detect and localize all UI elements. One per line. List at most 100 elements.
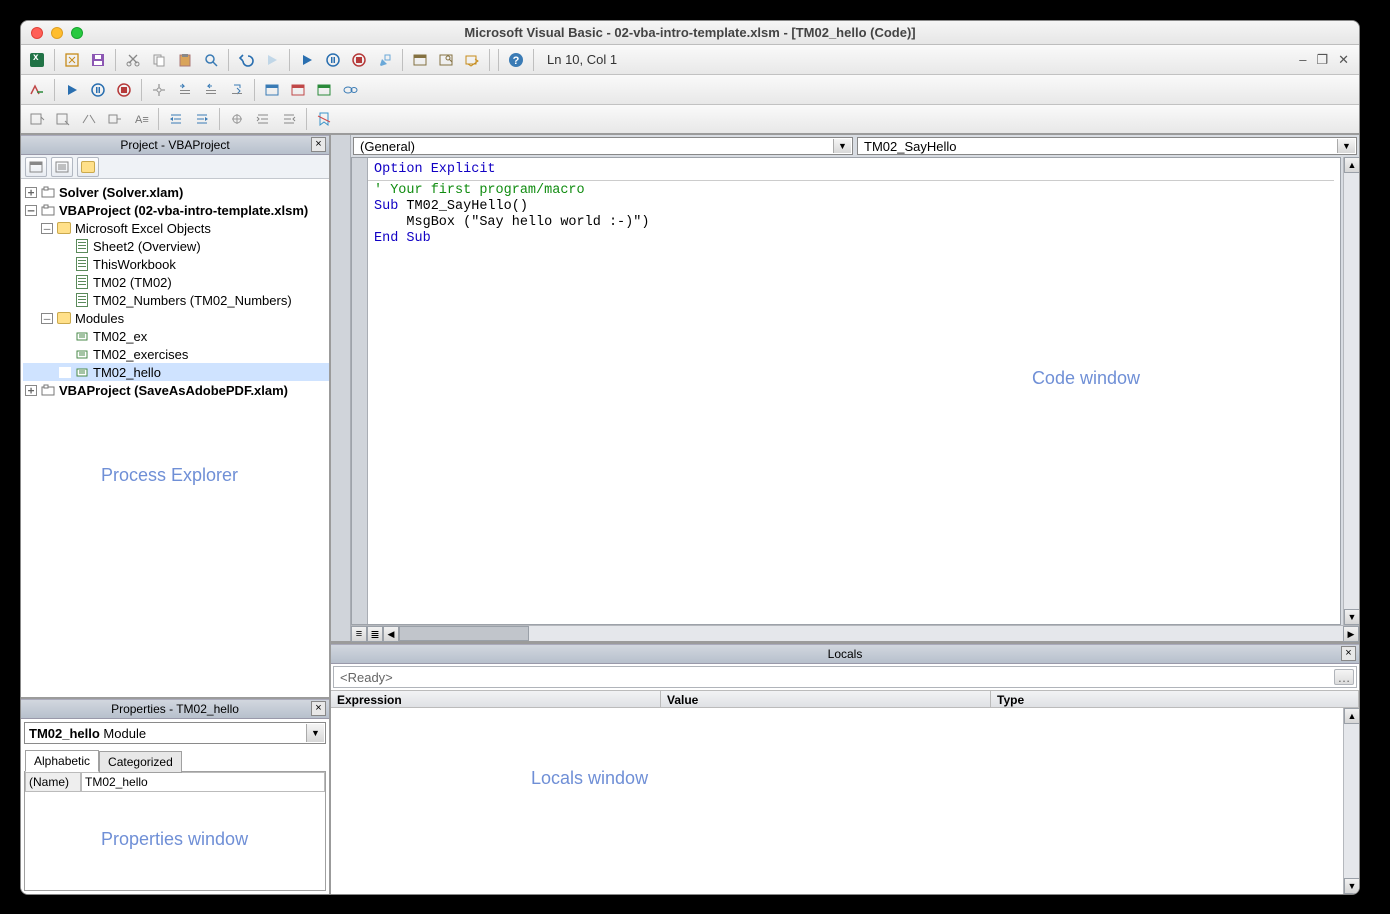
tab-categorized[interactable]: Categorized (99, 751, 182, 773)
comment-block-button[interactable] (251, 107, 275, 131)
list-constants-button[interactable] (51, 107, 75, 131)
step-over-button[interactable] (199, 78, 223, 102)
tree-node-tm02-numbers[interactable]: TM02_Numbers (TM02_Numbers) (23, 291, 329, 309)
watch-window-button[interactable] (312, 78, 336, 102)
locals-panel-close-button[interactable]: × (1341, 646, 1356, 661)
property-name-value[interactable]: TM02_hello (81, 772, 325, 792)
immediate-window-button[interactable] (286, 78, 310, 102)
scroll-up-button[interactable]: ▲ (1344, 708, 1360, 724)
scroll-down-button[interactable]: ▼ (1344, 878, 1360, 894)
view-code-button[interactable] (25, 157, 47, 177)
toggle-breakpoint2-button[interactable] (225, 107, 249, 131)
cut-button[interactable] (121, 48, 145, 72)
chevron-down-icon[interactable]: ▼ (306, 724, 324, 742)
project-panel-title-text: Project - VBAProject (120, 138, 229, 152)
procedure-view-button[interactable]: ≣ (367, 626, 383, 642)
locals-window-button[interactable] (260, 78, 284, 102)
complete-word-button[interactable]: A≡ (129, 107, 153, 131)
object-dropdown[interactable]: (General) ▼ (353, 137, 853, 155)
run-sub-button[interactable] (60, 78, 84, 102)
tree-node-module-exercises[interactable]: TM02_exercises (23, 345, 329, 363)
toggle-bookmark-button[interactable] (312, 107, 336, 131)
quick-watch-button[interactable] (338, 78, 362, 102)
compile-button[interactable] (25, 78, 49, 102)
scroll-left-button[interactable]: ◀ (383, 626, 399, 642)
parameter-info-button[interactable] (103, 107, 127, 131)
locals-window: Locals × <Ready> … Expression Value Type… (331, 644, 1359, 894)
tree-node-module-hello[interactable]: TM02_hello (23, 363, 329, 381)
code-horizontal-scrollbar[interactable]: ≡ ≣ ◀ ▶ (351, 625, 1359, 641)
help-button[interactable]: ? (504, 48, 528, 72)
margin-indicator-bar[interactable] (352, 158, 368, 624)
design-mode-button[interactable] (373, 48, 397, 72)
properties-window-button[interactable] (434, 48, 458, 72)
locals-col-value[interactable]: Value (661, 691, 991, 707)
properties-grid[interactable]: (Name) TM02_hello (24, 771, 326, 891)
toggle-breakpoint-button[interactable] (147, 78, 171, 102)
quick-info-button[interactable] (77, 107, 101, 131)
break-button[interactable] (321, 48, 345, 72)
outdent-button[interactable] (190, 107, 214, 131)
code-window-gutter (331, 135, 351, 641)
tree-node-vbaproject-pdf[interactable]: + VBAProject (SaveAsAdobePDF.xlam) (23, 381, 329, 399)
chevron-down-icon[interactable]: ▼ (833, 139, 851, 153)
uncomment-block-button[interactable] (277, 107, 301, 131)
copy-button[interactable] (147, 48, 171, 72)
tree-node-modules[interactable]: – Modules (23, 309, 329, 327)
stop-button[interactable] (112, 78, 136, 102)
tree-node-sheet2[interactable]: Sheet2 (Overview) (23, 237, 329, 255)
project-panel-close-button[interactable]: × (311, 137, 326, 152)
pause-button[interactable] (86, 78, 110, 102)
toggle-folders-button[interactable] (77, 157, 99, 177)
code-editor[interactable]: Option Explicit ' Your first program/mac… (351, 157, 1341, 625)
indent-button[interactable] (164, 107, 188, 131)
mdi-minimize-button[interactable]: – (1299, 52, 1306, 68)
run-button[interactable] (295, 48, 319, 72)
redo-button[interactable] (260, 48, 284, 72)
tree-node-excel-objects[interactable]: – Microsoft Excel Objects (23, 219, 329, 237)
scroll-right-button[interactable]: ▶ (1343, 626, 1359, 642)
mdi-close-button[interactable]: ✕ (1338, 52, 1349, 68)
scroll-up-button[interactable]: ▲ (1344, 157, 1360, 173)
tree-node-module-ex[interactable]: TM02_ex (23, 327, 329, 345)
project-tree[interactable]: + Solver (Solver.xlam) – VBAProject (02-… (21, 179, 329, 697)
view-object-button[interactable] (51, 157, 73, 177)
save-button[interactable] (86, 48, 110, 72)
locals-col-type[interactable]: Type (991, 691, 1359, 707)
svg-text:?: ? (513, 55, 520, 67)
code-vertical-scrollbar[interactable]: ▲ ▼ (1343, 157, 1359, 625)
chevron-down-icon[interactable]: ▼ (1337, 139, 1355, 153)
tab-alphabetic[interactable]: Alphabetic (25, 750, 99, 772)
tree-node-thisworkbook[interactable]: ThisWorkbook (23, 255, 329, 273)
mdi-restore-button[interactable]: ❐ (1316, 52, 1328, 68)
find-button[interactable] (199, 48, 223, 72)
properties-object-combo[interactable]: TM02_hello Module ▼ (24, 722, 326, 744)
full-module-view-button[interactable]: ≡ (351, 626, 367, 642)
locals-call-stack-button[interactable]: … (1334, 669, 1354, 685)
tree-node-tm02[interactable]: TM02 (TM02) (23, 273, 329, 291)
minimize-window-button[interactable] (51, 27, 63, 39)
locals-body[interactable]: Locals window ▲ ▼ (331, 708, 1359, 894)
zoom-window-button[interactable] (71, 27, 83, 39)
locals-col-expression[interactable]: Expression (331, 691, 661, 707)
excel-icon[interactable] (25, 48, 49, 72)
project-explorer-button[interactable] (408, 48, 432, 72)
object-browser-button[interactable] (460, 48, 484, 72)
step-into-button[interactable] (173, 78, 197, 102)
undo-button[interactable] (234, 48, 258, 72)
properties-panel-close-button[interactable]: × (311, 701, 326, 716)
scroll-down-button[interactable]: ▼ (1344, 609, 1360, 625)
reset-button[interactable] (347, 48, 371, 72)
tree-node-vbaproject[interactable]: – VBAProject (02-vba-intro-template.xlsm… (23, 201, 329, 219)
code-text[interactable]: Option Explicit ' Your first program/mac… (368, 158, 1340, 624)
locals-vertical-scrollbar[interactable]: ▲ ▼ (1343, 708, 1359, 894)
step-out-button[interactable] (225, 78, 249, 102)
procedure-dropdown[interactable]: TM02_SayHello ▼ (857, 137, 1357, 155)
list-properties-button[interactable] (25, 107, 49, 131)
locals-panel-title: Locals × (331, 644, 1359, 664)
paste-button[interactable] (173, 48, 197, 72)
close-window-button[interactable] (31, 27, 43, 39)
insert-userform-button[interactable] (60, 48, 84, 72)
tree-node-solver[interactable]: + Solver (Solver.xlam) (23, 183, 329, 201)
scrollbar-thumb[interactable] (399, 626, 529, 641)
